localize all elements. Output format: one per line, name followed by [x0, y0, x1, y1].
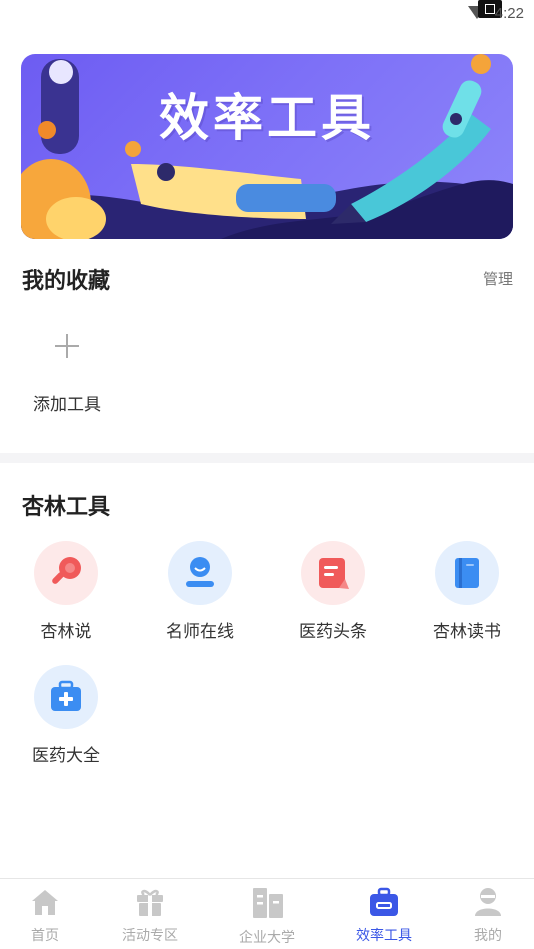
- tool-yiyao-daquan[interactable]: 医药大全: [6, 665, 126, 775]
- tool-icon-bg: [168, 541, 232, 605]
- tool-label: 名师在线: [166, 622, 234, 642]
- tool-xinglinshuo[interactable]: 杏林说: [6, 541, 126, 651]
- nav-label: 效率工具: [356, 928, 412, 944]
- tool-yiyao-toutiao[interactable]: 医药头条: [273, 541, 393, 651]
- banner[interactable]: 效率工具: [21, 54, 513, 239]
- banner-title: 效率工具: [159, 89, 375, 147]
- microphone-icon: [52, 557, 81, 584]
- tools-section-title: 杏林工具: [22, 495, 111, 520]
- tool-icon-bg: [301, 541, 365, 605]
- news-icon: [319, 558, 349, 589]
- nav-label: 活动专区: [122, 928, 178, 944]
- tool-mingshi-zaixian[interactable]: 名师在线: [140, 541, 260, 651]
- building-icon: [253, 888, 283, 918]
- favorites-title: 我的收藏: [22, 269, 111, 294]
- nav-activity[interactable]: 活动专区: [97, 879, 203, 949]
- toolbox-icon: [370, 887, 398, 916]
- tool-icon-bg: [34, 541, 98, 605]
- medkit-icon: [51, 680, 81, 711]
- tool-icon-bg: [34, 665, 98, 729]
- user-icon: [475, 888, 501, 916]
- tool-xinglin-dushu[interactable]: 杏林读书: [407, 541, 527, 651]
- manage-link[interactable]: 管理: [483, 268, 513, 289]
- tool-label: 医药大全: [32, 746, 100, 766]
- home-icon: [32, 890, 58, 915]
- status-bar: 4:22: [0, 0, 534, 30]
- tool-label: 杏林读书: [433, 622, 501, 642]
- nav-label: 我的: [474, 928, 502, 944]
- nav-mine[interactable]: 我的: [435, 879, 534, 949]
- section-divider: [0, 453, 534, 463]
- tool-label: 杏林说: [40, 622, 92, 642]
- tool-label: 医药头条: [299, 622, 367, 642]
- nav-label: 企业大学: [239, 930, 295, 946]
- nav-university[interactable]: 企业大学: [214, 879, 320, 949]
- plus-icon: [55, 334, 79, 358]
- gift-icon: [137, 889, 163, 916]
- tool-icon-bg: [435, 541, 499, 605]
- nav-label: 首页: [31, 928, 59, 944]
- add-tool-button[interactable]: 添加工具: [22, 322, 112, 422]
- bottom-nav: 首页 活动专区 企业大学 效率工具 我的: [0, 878, 534, 949]
- book-icon: [455, 558, 479, 588]
- status-time: 4:22: [494, 5, 524, 22]
- add-tool-label: 添加工具: [33, 395, 101, 415]
- nav-efficiency-tools[interactable]: 效率工具: [331, 879, 437, 949]
- teacher-icon: [186, 557, 214, 587]
- nav-home[interactable]: 首页: [0, 879, 98, 949]
